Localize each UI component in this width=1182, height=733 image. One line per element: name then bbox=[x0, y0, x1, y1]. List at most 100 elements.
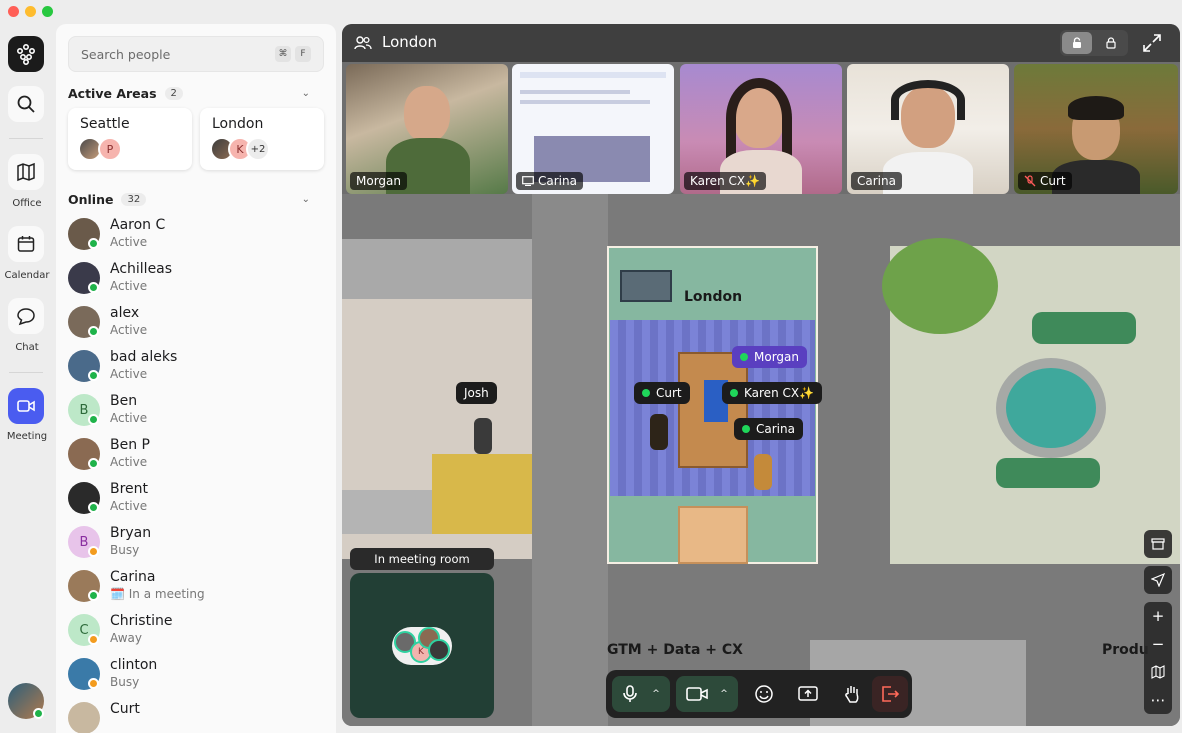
chat-icon bbox=[17, 308, 35, 326]
person-name: alex bbox=[110, 305, 140, 321]
status-dot bbox=[88, 678, 99, 689]
person-row[interactable]: clinton Busy bbox=[68, 654, 328, 698]
map-area-label: GTM + Data + CX bbox=[607, 642, 743, 658]
screen-share-text bbox=[520, 100, 650, 104]
lock-toggle bbox=[1060, 30, 1128, 56]
unlock-icon[interactable] bbox=[1062, 32, 1092, 54]
tile-name: Karen CX✨ bbox=[690, 174, 761, 188]
rail-item-chat[interactable] bbox=[8, 298, 44, 334]
online-dot bbox=[742, 425, 750, 433]
map-desks-west bbox=[342, 239, 532, 299]
person-name: Ben P bbox=[110, 437, 150, 453]
avatar-tag-karen[interactable]: Karen CX✨ bbox=[722, 382, 823, 404]
zoom-window-button[interactable] bbox=[42, 6, 53, 17]
person-row[interactable]: B Ben Active bbox=[68, 390, 328, 434]
leave-button[interactable] bbox=[872, 676, 908, 712]
person-row[interactable]: Brent Active bbox=[68, 478, 328, 522]
active-areas-header[interactable]: Active Areas 2 bbox=[68, 86, 183, 101]
share-screen-button[interactable] bbox=[790, 676, 826, 712]
map-icon[interactable] bbox=[1144, 658, 1172, 686]
online-header[interactable]: Online 32 bbox=[68, 192, 147, 207]
person-row[interactable]: Achilleas Active bbox=[68, 258, 328, 302]
archive-icon[interactable] bbox=[1144, 530, 1172, 558]
avatar-sprite-carina[interactable] bbox=[754, 454, 772, 490]
emoji-button[interactable] bbox=[746, 676, 782, 712]
rail-item-office[interactable] bbox=[8, 154, 44, 190]
person-row[interactable]: B Bryan Busy bbox=[68, 522, 328, 566]
my-status-dot bbox=[33, 708, 44, 719]
tile-label: Morgan bbox=[350, 172, 407, 190]
person-row[interactable]: bad aleks Active bbox=[68, 346, 328, 390]
avatar-sprite-josh[interactable] bbox=[474, 418, 492, 454]
lock-icon[interactable] bbox=[1096, 32, 1126, 54]
video-icon bbox=[17, 400, 35, 412]
person-name: Carina bbox=[110, 569, 156, 585]
calendar-icon bbox=[17, 236, 35, 252]
minimize-window-button[interactable] bbox=[25, 6, 36, 17]
status-dot bbox=[88, 326, 99, 337]
person-row[interactable]: Curt bbox=[68, 698, 328, 733]
map-tree bbox=[882, 238, 998, 334]
chevron-up-icon[interactable]: ^ bbox=[652, 689, 660, 699]
rail-divider bbox=[9, 372, 43, 373]
avatar-sprite-curt[interactable] bbox=[650, 414, 668, 450]
area-card-seattle[interactable]: Seattle P bbox=[68, 108, 192, 170]
raise-hand-icon bbox=[845, 686, 859, 703]
close-window-button[interactable] bbox=[8, 6, 19, 17]
avatar-tag-curt[interactable]: Curt bbox=[634, 382, 690, 404]
person-name: bad aleks bbox=[110, 349, 178, 365]
zoom-in-icon[interactable]: + bbox=[1144, 602, 1172, 630]
video-tile-karen[interactable]: Karen CX✨ bbox=[680, 64, 842, 194]
avatar-tag-josh[interactable]: Josh bbox=[456, 382, 497, 404]
bottom-controls: ^ ^ bbox=[606, 670, 912, 718]
rail-item-calendar[interactable] bbox=[8, 226, 44, 262]
more-icon[interactable]: ⋯ bbox=[1144, 686, 1172, 714]
avatar-tag-morgan[interactable]: Morgan bbox=[732, 346, 807, 368]
avatar-name: Josh bbox=[464, 386, 489, 400]
side-controls-locate bbox=[1144, 566, 1172, 594]
app-logo-icon[interactable] bbox=[8, 36, 44, 72]
tile-name: Carina bbox=[857, 174, 896, 188]
search-icon[interactable] bbox=[8, 86, 44, 122]
person-row[interactable]: C Christine Away bbox=[68, 610, 328, 654]
video-tile-morgan[interactable]: Morgan bbox=[346, 64, 508, 194]
camera-button[interactable]: ^ bbox=[676, 676, 738, 712]
rail-label-calendar: Calendar bbox=[4, 270, 50, 281]
chevron-up-icon[interactable]: ^ bbox=[720, 689, 728, 699]
person-row[interactable]: alex Active bbox=[68, 302, 328, 346]
person-name: clinton bbox=[110, 657, 158, 673]
rail-item-meeting[interactable] bbox=[8, 388, 44, 424]
person-name: Bryan bbox=[110, 525, 152, 541]
mic-button[interactable]: ^ bbox=[612, 676, 670, 712]
video-tile-carina-share[interactable]: Carina bbox=[512, 64, 674, 194]
chevron-down-icon[interactable]: ⌄ bbox=[302, 194, 310, 205]
person-status: Active bbox=[110, 411, 148, 425]
locate-icon[interactable] bbox=[1144, 566, 1172, 594]
status-dot bbox=[88, 590, 99, 601]
mini-room-preview[interactable]: K bbox=[350, 573, 494, 718]
avatar-name: Curt bbox=[656, 386, 682, 400]
video-tile-curt[interactable]: Curt bbox=[1014, 64, 1178, 194]
online-dot bbox=[740, 353, 748, 361]
avatar-tag-carina[interactable]: Carina bbox=[734, 418, 803, 440]
tile-label: Carina bbox=[516, 172, 583, 190]
share-screen-icon bbox=[798, 686, 818, 701]
map-pond bbox=[996, 358, 1106, 458]
online-dot bbox=[642, 389, 650, 397]
person-status: Busy bbox=[110, 543, 140, 557]
rail-label-office: Office bbox=[12, 198, 42, 209]
search-people-box[interactable]: ⌘ F bbox=[68, 36, 324, 72]
person-row[interactable]: Aaron C Active bbox=[68, 214, 328, 258]
avatar-overflow: +2 bbox=[246, 137, 270, 161]
fullscreen-icon[interactable] bbox=[1142, 33, 1162, 57]
search-people-input[interactable] bbox=[81, 46, 271, 62]
chevron-down-icon[interactable]: ⌄ bbox=[302, 88, 310, 99]
person-row[interactable]: Carina 🗓️ In a meeting bbox=[68, 566, 328, 610]
video-tile-carina[interactable]: Carina bbox=[847, 64, 1009, 194]
avatar-name: Karen CX✨ bbox=[744, 386, 815, 400]
raise-hand-button[interactable] bbox=[834, 676, 870, 712]
zoom-out-icon[interactable]: − bbox=[1144, 630, 1172, 658]
person-row[interactable]: Ben P Active bbox=[68, 434, 328, 478]
area-card-london[interactable]: London K +2 bbox=[200, 108, 324, 170]
person-name: Achilleas bbox=[110, 261, 173, 277]
